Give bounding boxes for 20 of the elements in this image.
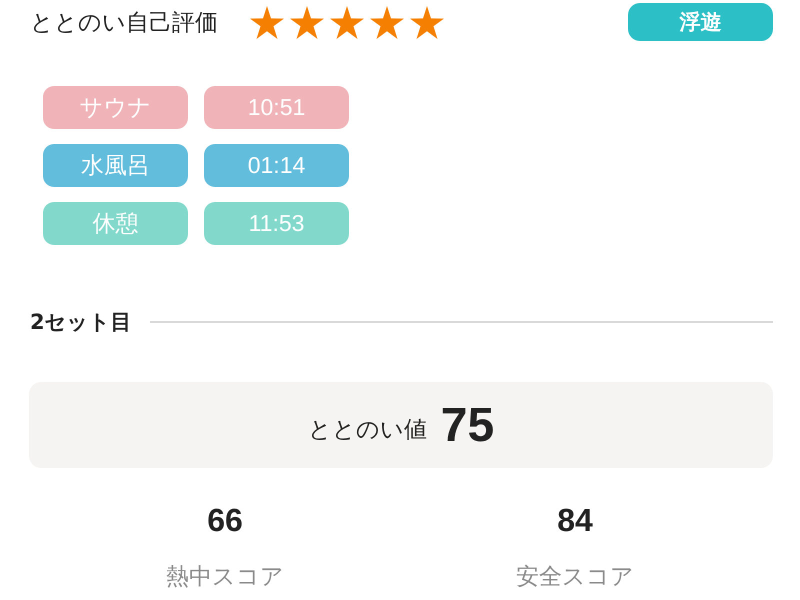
score-card-value: 75 bbox=[440, 398, 494, 452]
phase-label: 休憩 bbox=[43, 202, 188, 245]
score-value: 84 bbox=[557, 501, 593, 540]
score-value: 66 bbox=[207, 501, 243, 540]
rating-label: ととのい自己評価 bbox=[30, 8, 218, 38]
star-icon bbox=[410, 6, 444, 38]
section-title: 2セット目 bbox=[30, 309, 132, 336]
phase-label: サウナ bbox=[43, 86, 188, 129]
star-icon bbox=[290, 6, 324, 38]
phase-time: 01:14 bbox=[204, 144, 349, 187]
star-icon bbox=[250, 6, 284, 38]
score-card-label: ととのい値 bbox=[308, 416, 427, 444]
phase-label: 水風呂 bbox=[43, 144, 188, 187]
star-icon bbox=[330, 6, 364, 38]
phase-time: 11:53 bbox=[204, 202, 349, 245]
score-label: 安全スコア bbox=[516, 563, 634, 592]
mood-badge: 浮遊 bbox=[628, 3, 773, 41]
score-label: 熱中スコア bbox=[166, 563, 284, 592]
star-icon bbox=[370, 6, 404, 38]
phase-time: 10:51 bbox=[204, 86, 349, 129]
